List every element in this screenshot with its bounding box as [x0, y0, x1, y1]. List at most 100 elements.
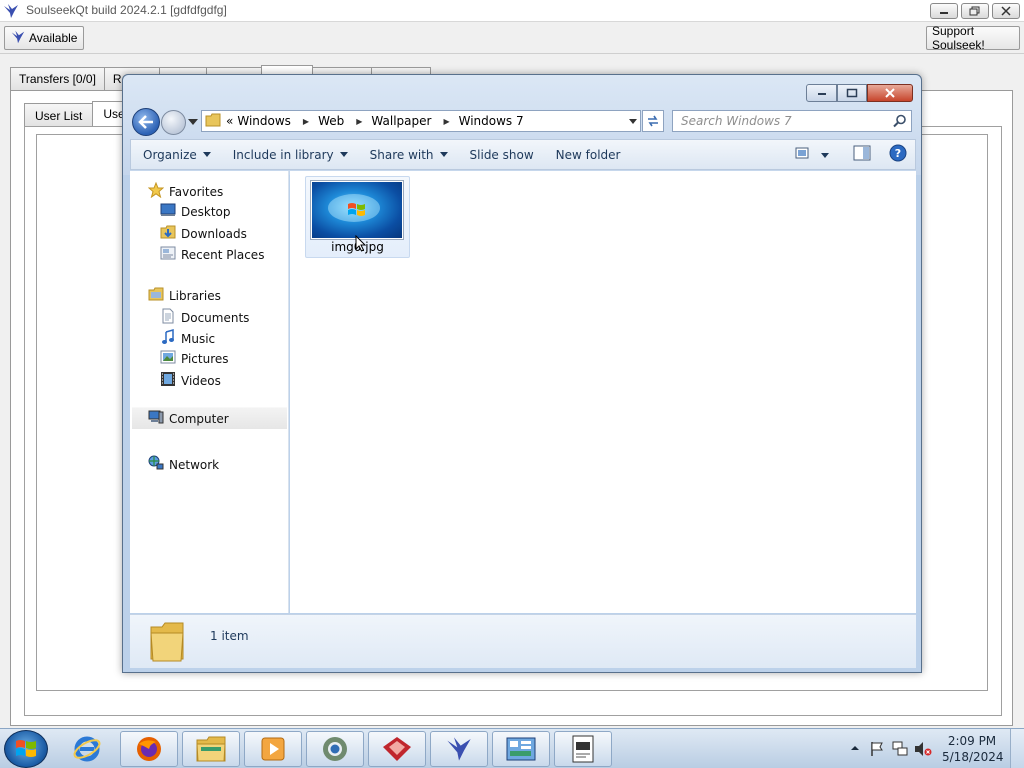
show-desktop-button[interactable]	[1010, 729, 1024, 768]
view-options-dropdown-icon[interactable]	[821, 148, 829, 162]
tab-transfers[interactable]: Transfers [0/0]	[10, 67, 105, 90]
windows-logo-icon	[16, 740, 36, 757]
nav-network-label: Network	[169, 457, 220, 472]
documents-icon	[160, 308, 176, 327]
include-in-library-label: Include in library	[232, 147, 334, 162]
dropdown-arrow-icon	[202, 152, 211, 157]
soulseek-taskbar-button[interactable]	[430, 731, 488, 767]
search-input[interactable]: Search Windows 7	[672, 110, 912, 132]
media-player-taskbar-button[interactable]	[244, 731, 302, 767]
action-center-flag-icon[interactable]	[870, 741, 884, 760]
soulseek-bird-icon	[447, 737, 471, 761]
pictures-icon	[160, 350, 176, 367]
share-with-menu[interactable]: Share with	[361, 140, 457, 169]
nav-videos[interactable]: Videos	[160, 371, 221, 390]
chrome-taskbar-button[interactable]	[306, 731, 364, 767]
desktop-icon	[160, 203, 176, 220]
close-button[interactable]	[992, 3, 1020, 19]
soulseek-toolbar: Available Support Soulseek!	[0, 22, 1024, 54]
nav-computer[interactable]: Computer	[132, 407, 287, 429]
nav-network[interactable]: Network	[148, 455, 219, 474]
certificate-taskbar-button[interactable]	[554, 731, 612, 767]
internet-explorer-taskbar-button[interactable]	[58, 731, 116, 767]
breadcrumb-web[interactable]: Web	[318, 114, 348, 128]
chevron-right-icon[interactable]: ▶	[303, 117, 309, 126]
nav-videos-label: Videos	[181, 373, 221, 388]
address-dropdown-icon[interactable]	[629, 119, 637, 124]
tab-user-list[interactable]: User List	[24, 103, 94, 127]
computer-icon	[148, 409, 164, 428]
nav-music[interactable]: Music	[160, 329, 215, 348]
show-hidden-icons-icon[interactable]	[850, 742, 860, 756]
folder-icon	[196, 736, 226, 762]
nav-documents-label: Documents	[181, 310, 250, 325]
start-button[interactable]	[4, 730, 48, 768]
nav-pictures[interactable]: Pictures	[160, 350, 229, 367]
refresh-button[interactable]	[642, 110, 664, 132]
nav-music-label: Music	[181, 331, 216, 346]
change-view-icon[interactable]	[795, 146, 811, 163]
nav-recent-places[interactable]: Recent Places	[160, 245, 264, 264]
folder-icon	[205, 113, 221, 130]
clock-time: 2:09 PM	[947, 734, 997, 748]
network-status-icon[interactable]	[892, 741, 908, 760]
new-folder-button[interactable]: New folder	[547, 140, 630, 169]
music-icon	[160, 329, 176, 348]
control-panel-taskbar-button[interactable]	[492, 731, 550, 767]
file-explorer-window: « Windows ▶ Web ▶ Wallpaper ▶ Windows 7 …	[122, 74, 922, 673]
slide-show-button[interactable]: Slide show	[461, 140, 543, 169]
media-player-icon	[261, 737, 285, 761]
search-icon[interactable]	[893, 114, 907, 131]
window-title: SoulseekQt build 2024.2.1 [gdfdfgdfg]	[26, 3, 227, 17]
videos-icon	[160, 371, 176, 390]
taskbar: 2:09 PM 5/18/2024	[0, 728, 1024, 768]
nav-recent-places-label: Recent Places	[181, 247, 265, 262]
recent-pages-dropdown[interactable]	[188, 119, 198, 125]
address-bar[interactable]: « Windows ▶ Web ▶ Wallpaper ▶ Windows 7	[201, 110, 641, 132]
star-icon	[147, 181, 165, 201]
nav-favorites-label: Favorites	[169, 184, 224, 199]
filezilla-taskbar-button[interactable]	[368, 731, 426, 767]
nav-documents[interactable]: Documents	[160, 308, 249, 327]
details-pane: 1 item	[130, 614, 916, 668]
back-arrow-icon	[138, 115, 153, 129]
clock[interactable]: 2:09 PM 5/18/2024	[942, 733, 1004, 765]
explorer-maximize-button[interactable]	[837, 84, 867, 102]
certificate-icon	[572, 735, 594, 763]
forward-button[interactable]	[161, 110, 186, 135]
nav-downloads[interactable]: Downloads	[160, 224, 247, 243]
firefox-taskbar-button[interactable]	[120, 731, 178, 767]
search-placeholder: Search Windows 7	[681, 114, 792, 128]
downloads-icon	[160, 224, 176, 243]
back-button[interactable]	[132, 108, 160, 136]
explorer-close-button[interactable]	[867, 84, 913, 102]
breadcrumb-windows-7[interactable]: Windows 7	[459, 114, 528, 128]
breadcrumb-overflow[interactable]: «	[226, 114, 237, 128]
soulseek-titlebar: SoulseekQt build 2024.2.1 [gdfdfgdfg]	[0, 0, 1024, 22]
breadcrumb-wallpaper[interactable]: Wallpaper	[371, 114, 435, 128]
chevron-right-icon[interactable]: ▶	[443, 117, 449, 126]
nav-desktop[interactable]: Desktop	[160, 203, 231, 220]
include-in-library-menu[interactable]: Include in library	[224, 140, 357, 169]
chevron-right-icon[interactable]: ▶	[356, 117, 362, 126]
volume-muted-icon[interactable]	[914, 741, 932, 760]
chrome-icon	[323, 737, 347, 761]
control-panel-icon	[506, 737, 536, 761]
recent-places-icon	[160, 245, 176, 264]
restore-button[interactable]	[961, 3, 989, 19]
clock-date: 5/18/2024	[942, 750, 1004, 764]
preview-pane-icon[interactable]	[853, 145, 871, 164]
share-with-label: Share with	[369, 147, 434, 162]
file-explorer-taskbar-button[interactable]	[182, 731, 240, 767]
file-item[interactable]: img0.jpg	[305, 176, 410, 258]
organize-menu[interactable]: Organize	[131, 140, 220, 169]
support-soulseek-button[interactable]: Support Soulseek!	[926, 24, 1020, 52]
status-available-button[interactable]: Available	[4, 26, 84, 50]
soulseek-bird-icon	[10, 29, 26, 48]
help-icon[interactable]: ?	[889, 144, 907, 165]
explorer-minimize-button[interactable]	[806, 84, 837, 102]
nav-libraries[interactable]: Libraries	[148, 287, 221, 304]
breadcrumb-windows[interactable]: Windows	[237, 114, 295, 128]
minimize-button[interactable]	[930, 3, 958, 19]
nav-favorites[interactable]: Favorites	[147, 181, 224, 201]
